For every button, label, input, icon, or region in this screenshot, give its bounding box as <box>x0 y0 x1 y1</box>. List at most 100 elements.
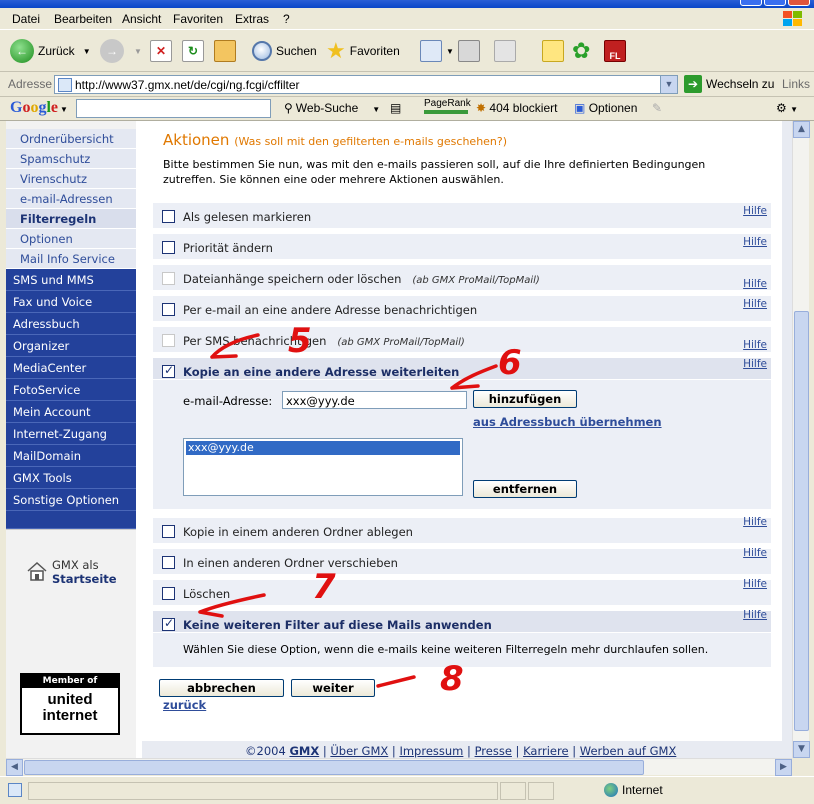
scroll-up-icon[interactable]: ▲ <box>793 121 810 138</box>
united-internet-logo[interactable]: Member of united internet <box>20 673 120 735</box>
back-button[interactable]: ← Zurück ▼ <box>10 37 91 65</box>
back-link[interactable]: zurück <box>163 698 206 712</box>
edit-button[interactable] <box>494 37 516 65</box>
checkbox-mark-read[interactable] <box>162 210 175 223</box>
sidebar-item-fotoservice[interactable]: FotoService <box>6 379 136 401</box>
favorites-button[interactable]: ★ Favoriten <box>326 37 400 65</box>
help-link[interactable]: Hilfe <box>743 278 767 290</box>
footer-link-werben[interactable]: Werben auf GMX <box>580 744 677 758</box>
footer-link-ueber-gmx[interactable]: Über GMX <box>330 744 388 758</box>
email-address-input[interactable]: xxx@yyy.de <box>282 391 467 409</box>
go-button[interactable]: ➔ Wechseln zu <box>684 75 774 93</box>
address-input[interactable]: http://www37.gmx.net/de/cgi/ng.fcgi/cffi… <box>54 75 678 94</box>
checkbox-forward-copy[interactable] <box>162 363 175 378</box>
options-button[interactable]: ▣ Optionen <box>574 101 637 115</box>
vertical-scrollbar[interactable]: ▲ ▼ <box>792 121 810 758</box>
home-button[interactable] <box>214 37 236 65</box>
forward-button[interactable]: → ▼ <box>100 37 142 65</box>
scroll-right-icon[interactable]: ▶ <box>775 759 792 776</box>
help-link[interactable]: Hilfe <box>743 358 767 370</box>
help-link[interactable]: Hilfe <box>743 547 767 559</box>
sidebar-item-organizer[interactable]: Organizer <box>6 335 136 357</box>
sidebar-item-virenschutz[interactable]: Virenschutz <box>6 169 136 189</box>
google-logo[interactable]: Google ▼ <box>10 99 68 117</box>
cancel-button[interactable]: abbrechen <box>159 679 284 697</box>
from-addressbook-link[interactable]: aus Adressbuch übernehmen <box>473 415 662 429</box>
news-icon[interactable]: ▤ <box>390 101 401 115</box>
sidebar-item-sms-mms[interactable]: SMS und MMS <box>6 269 136 291</box>
help-link[interactable]: Hilfe <box>743 205 767 217</box>
mail-button[interactable]: ▼ <box>420 37 454 65</box>
sidebar-item-fax-voice[interactable]: Fax und Voice <box>6 291 136 313</box>
list-item[interactable]: xxx@yyy.de <box>186 441 460 455</box>
scroll-left-icon[interactable]: ◀ <box>6 759 23 776</box>
help-link[interactable]: Hilfe <box>743 298 767 310</box>
maximize-button[interactable] <box>764 0 786 6</box>
web-search-button[interactable]: ⚲ Web-Suche ▼ <box>284 101 380 115</box>
checkbox-move-folder[interactable] <box>162 556 175 569</box>
stop-button[interactable]: ✕ <box>150 37 172 65</box>
sidebar-item-adressbuch[interactable]: Adressbuch <box>6 313 136 335</box>
sidebar-item-maildomain[interactable]: MailDomain <box>6 445 136 467</box>
sidebar-item-optionen[interactable]: Optionen <box>6 229 136 249</box>
add-button[interactable]: hinzufügen <box>473 390 577 408</box>
refresh-button[interactable]: ↻ <box>182 37 204 65</box>
menu-help[interactable]: ? <box>283 12 290 26</box>
sidebar-item-gmx-tools[interactable]: GMX Tools <box>6 467 136 489</box>
icq-button[interactable]: ✿ <box>572 37 590 65</box>
sidebar-item-email-adressen[interactable]: e-mail-Adressen <box>6 189 136 209</box>
horizontal-scroll-thumb[interactable] <box>24 760 644 775</box>
fl-button[interactable]: FL <box>604 37 626 65</box>
horizontal-scrollbar[interactable]: ◀ ▶ <box>6 758 792 776</box>
sidebar-item-sonstige-optionen[interactable]: Sonstige Optionen <box>6 489 136 511</box>
mail-dropdown-icon[interactable]: ▼ <box>446 47 454 56</box>
help-link[interactable]: Hilfe <box>743 339 767 351</box>
scroll-down-icon[interactable]: ▼ <box>793 741 810 758</box>
minimize-button[interactable] <box>740 0 762 6</box>
sidebar-item-internet-zugang[interactable]: Internet-Zugang <box>6 423 136 445</box>
footer-link-presse[interactable]: Presse <box>475 744 512 758</box>
footer-link-karriere[interactable]: Karriere <box>523 744 568 758</box>
checkbox-priority[interactable] <box>162 241 175 254</box>
search-button[interactable]: Suchen <box>252 37 317 65</box>
footer-link-impressum[interactable]: Impressum <box>399 744 463 758</box>
checkbox-notify-email[interactable] <box>162 303 175 316</box>
menu-favoriten[interactable]: Favoriten <box>173 12 223 26</box>
gmx-startpage-box[interactable]: GMX als Startseite Member of united inte… <box>6 529 136 758</box>
vertical-scroll-thumb[interactable] <box>794 311 809 731</box>
menu-ansicht[interactable]: Ansicht <box>122 12 161 26</box>
popup-blocker[interactable]: ✸ 404 blockiert <box>476 101 557 115</box>
links-label[interactable]: Links <box>782 77 810 91</box>
print-button[interactable] <box>458 37 480 65</box>
checkbox-notify-sms[interactable] <box>162 334 175 347</box>
address-dropdown-icon[interactable]: ▼ <box>660 76 677 93</box>
sidebar-item-mein-account[interactable]: Mein Account <box>6 401 136 423</box>
notes-button[interactable] <box>542 37 564 65</box>
next-button[interactable]: weiter <box>291 679 375 697</box>
help-link[interactable]: Hilfe <box>743 609 767 621</box>
settings-icon[interactable]: ⚙ ▼ <box>776 101 798 115</box>
help-link[interactable]: Hilfe <box>743 578 767 590</box>
close-button[interactable] <box>788 0 810 6</box>
menu-extras[interactable]: Extras <box>235 12 269 26</box>
sidebar-item-mediacenter[interactable]: MediaCenter <box>6 357 136 379</box>
checkbox-attachments[interactable] <box>162 272 175 285</box>
checkbox-no-more-filters[interactable] <box>162 616 175 631</box>
help-link[interactable]: Hilfe <box>743 516 767 528</box>
back-dropdown-icon[interactable]: ▼ <box>83 47 91 56</box>
forward-dropdown-icon[interactable]: ▼ <box>134 47 142 56</box>
menu-bearbeiten[interactable]: Bearbeiten <box>54 12 112 26</box>
sidebar-item-mail-info-service[interactable]: Mail Info Service <box>6 249 136 269</box>
checkbox-copy-folder[interactable] <box>162 525 175 538</box>
forward-address-list[interactable]: xxx@yyy.de <box>183 438 463 496</box>
remove-button[interactable]: entfernen <box>473 480 577 498</box>
pencil-icon[interactable]: ✎ <box>652 101 662 115</box>
sidebar-item-filterregeln[interactable]: Filterregeln <box>6 209 136 229</box>
sidebar-item-ordneruebersicht[interactable]: Ordnerübersicht <box>6 129 136 149</box>
footer-gmx-link[interactable]: GMX <box>289 744 319 758</box>
checkbox-delete[interactable] <box>162 587 175 600</box>
help-link[interactable]: Hilfe <box>743 236 767 248</box>
google-search-input[interactable] <box>76 99 271 118</box>
menu-datei[interactable]: Datei <box>12 12 40 26</box>
web-search-dropdown-icon[interactable]: ▼ <box>372 105 380 114</box>
